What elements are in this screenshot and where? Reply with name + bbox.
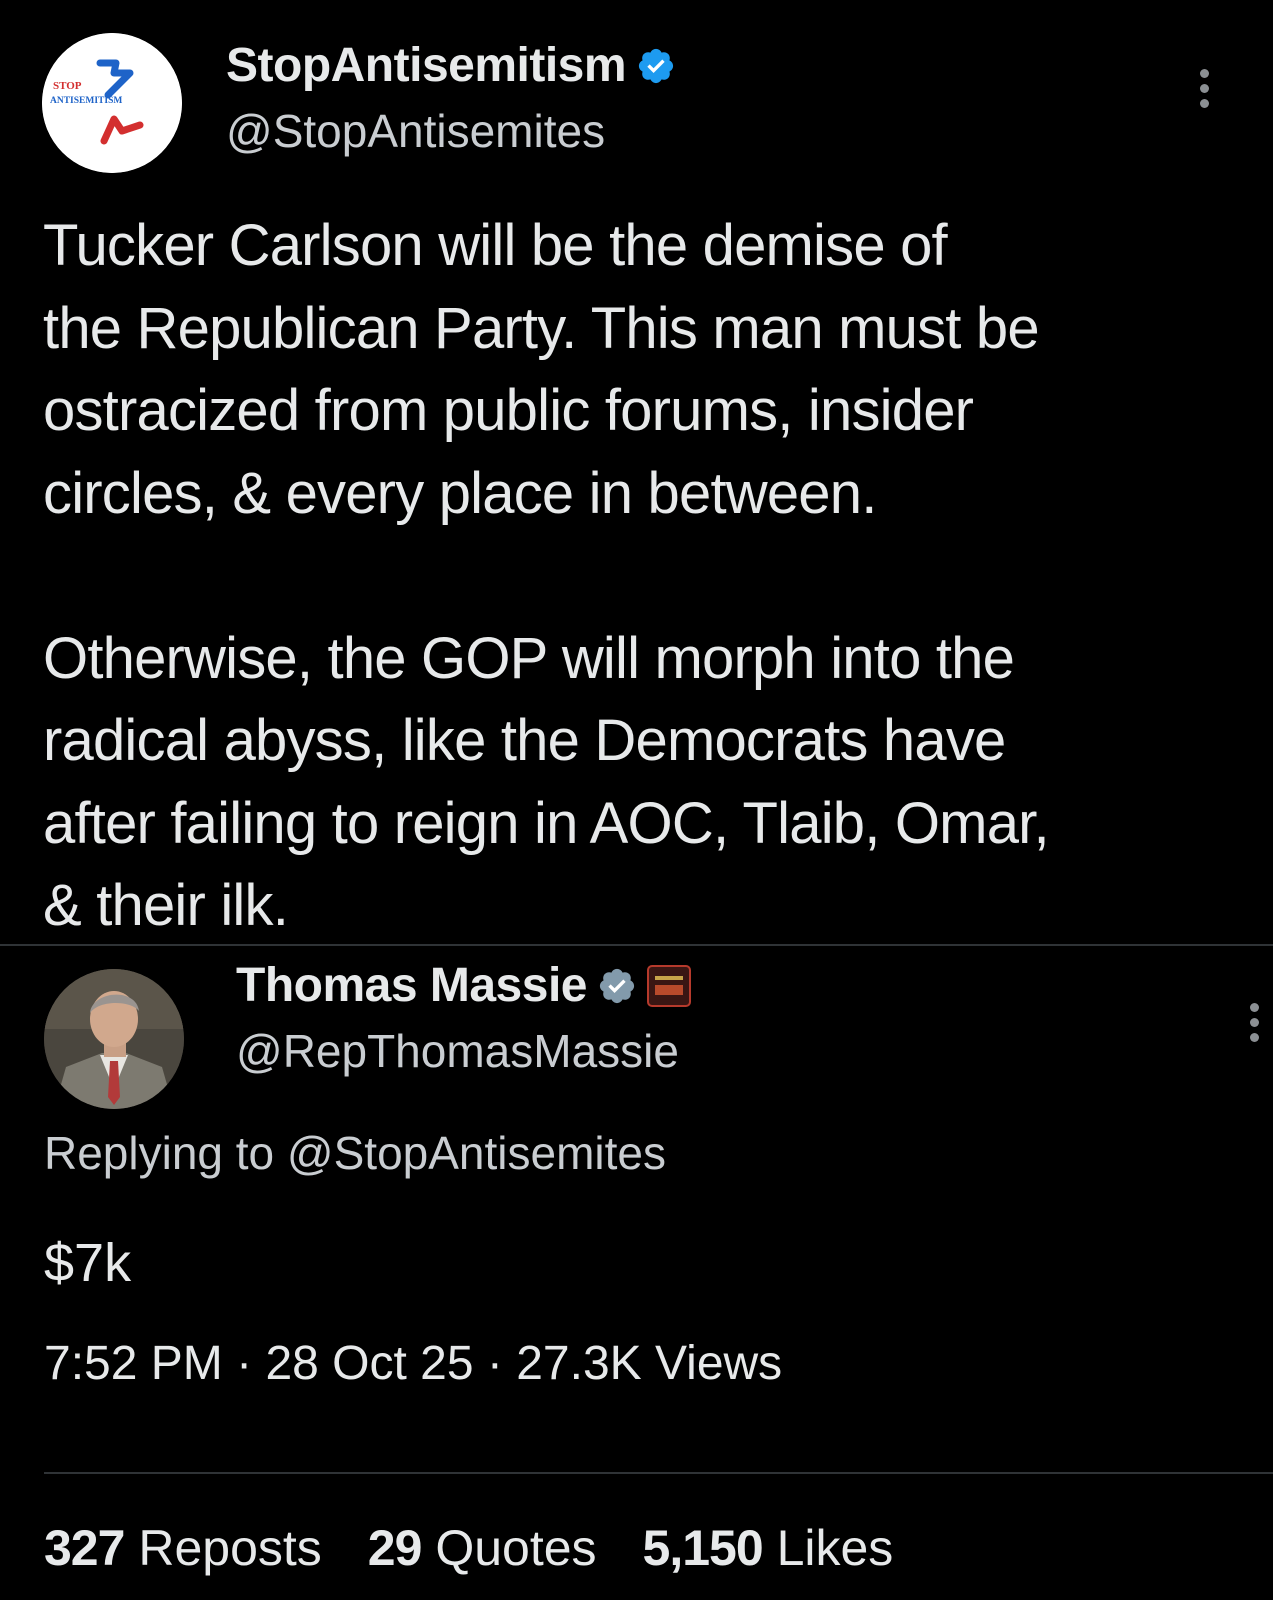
reply-more-options-icon[interactable] (1248, 1003, 1260, 1042)
logo-text-antisemitism: ANTISEMITISM (50, 96, 122, 106)
reply-author-name-row: Thomas Massie (236, 958, 691, 1013)
affiliation-badge-icon[interactable] (646, 964, 691, 1007)
reposts-stat[interactable]: 327 Reposts (44, 1519, 322, 1577)
likes-stat[interactable]: 5,150 Likes (643, 1519, 894, 1577)
reply-author-handle[interactable]: @RepThomasMassie (236, 1024, 679, 1078)
tweet-meta-row: 7:52 PM · 28 Oct 25 · 27.3K Views (44, 1336, 782, 1391)
tweet-text: Tucker Carlson will be the demise of the… (43, 213, 1050, 938)
likes-count: 5,150 (642, 1520, 764, 1576)
verified-badge-icon[interactable] (636, 46, 676, 86)
tweet-date[interactable]: 28 Oct 25 (265, 1337, 473, 1390)
stats-divider (44, 1472, 1273, 1474)
logo-text-stop: STOP (53, 80, 82, 92)
author-handle[interactable]: @StopAntisemites (226, 104, 605, 158)
stopantisemitism-avatar[interactable]: STOP ANTISEMITISM (42, 33, 182, 173)
likes-label: Likes (776, 1520, 894, 1576)
original-tweet: STOP ANTISEMITISM StopAntisemitism @Stop… (0, 0, 1273, 944)
more-options-icon[interactable] (1198, 69, 1210, 108)
quotes-stat[interactable]: 29 Quotes (368, 1519, 597, 1577)
reply-author-display-name[interactable]: Thomas Massie (236, 958, 587, 1013)
thomas-massie-avatar[interactable] (44, 969, 184, 1109)
replying-to-handle-link[interactable]: @StopAntisemites (287, 1127, 666, 1179)
tweet-time[interactable]: 7:52 PM (44, 1337, 223, 1390)
person-photo-icon (44, 969, 184, 1109)
tweet-views: 27.3K Views (516, 1337, 783, 1390)
stopantisemitism-logo-icon: STOP ANTISEMITISM (42, 33, 182, 173)
replying-to-line: Replying to @StopAntisemites (44, 1126, 666, 1180)
reposts-count: 327 (44, 1520, 125, 1576)
author-display-name[interactable]: StopAntisemitism (226, 38, 627, 93)
quotes-label: Quotes (435, 1520, 597, 1576)
tweet-divider (0, 944, 1273, 946)
author-name-row: StopAntisemitism (226, 38, 676, 93)
meta-separator: · (236, 1337, 253, 1390)
reposts-label: Reposts (138, 1520, 322, 1576)
reply-text: $7k (44, 1233, 132, 1293)
government-verified-badge-icon[interactable] (597, 966, 637, 1006)
replying-to-prefix: Replying to (44, 1127, 287, 1179)
meta-separator: · (486, 1337, 503, 1390)
engagement-stats: 327 Reposts 29 Quotes 5,150 Likes (44, 1519, 893, 1577)
reply-tweet: Thomas Massie @RepThomasMassie Replying … (0, 944, 1273, 1600)
quotes-count: 29 (367, 1520, 423, 1576)
